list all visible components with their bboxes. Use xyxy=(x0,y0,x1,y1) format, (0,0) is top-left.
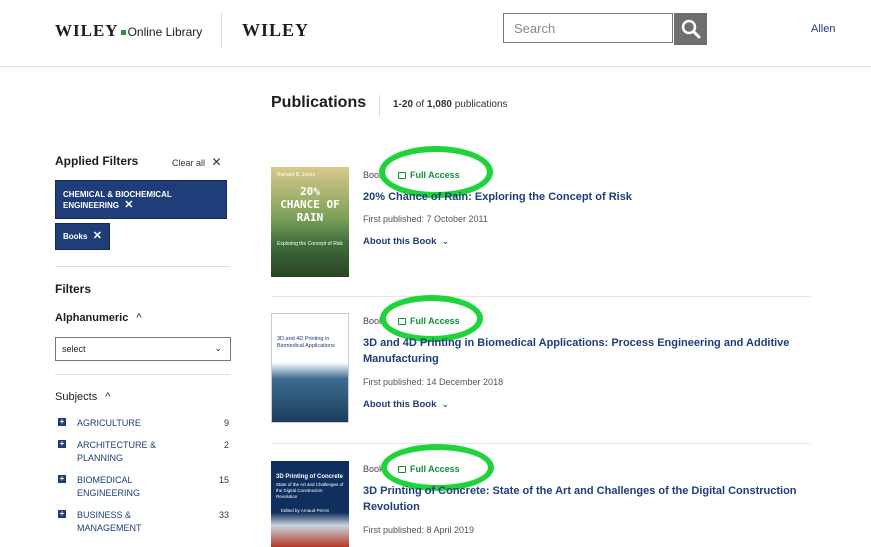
results-range: 1-20 xyxy=(393,99,414,110)
close-icon[interactable]: ✕ xyxy=(93,230,102,242)
alphanumeric-label: Alphanumeric xyxy=(55,312,129,324)
select-value: select xyxy=(62,344,86,354)
chevron-down-icon: ⌄ xyxy=(441,399,450,410)
chevron-up-icon: ^ xyxy=(136,312,142,324)
search-icon xyxy=(681,19,701,39)
wiley-logo[interactable]: WILEY xyxy=(242,20,309,41)
results-total: 1,080 xyxy=(426,99,452,110)
about-label: About this Book xyxy=(363,399,437,410)
publication-date: First published: 14 December 2018 xyxy=(363,377,504,387)
item-divider xyxy=(271,443,811,444)
results-unit: publications xyxy=(454,99,508,110)
close-icon: ✕ xyxy=(211,155,222,169)
cover-author: Richard B. Jones xyxy=(277,172,316,178)
clear-all-label: Clear all xyxy=(172,158,206,168)
logo-subtext: Online Library xyxy=(127,25,203,39)
item-divider xyxy=(271,296,811,297)
cover-title: 3D and 4D Printing in Biomedical Applica… xyxy=(277,336,335,349)
cover-subtitle: State of the Art and Challenges of the D… xyxy=(276,482,344,499)
subjects-label: Subjects xyxy=(55,391,98,403)
book-cover[interactable]: 3D Printing of Concrete State of the Art… xyxy=(271,461,349,547)
chip-label: CHEMICAL & BIOCHEMICAL ENGINEERING xyxy=(63,190,172,210)
expand-plus-icon[interactable]: + xyxy=(58,440,66,448)
search-button[interactable] xyxy=(674,13,707,45)
expand-plus-icon[interactable]: + xyxy=(58,475,66,483)
chip-label: Books xyxy=(63,232,88,241)
page-title: Publications xyxy=(271,94,367,111)
publication-title-link[interactable]: 3D Printing of Concrete: State of the Ar… xyxy=(363,483,813,515)
cover-subtitle: Exploring the Concept of Risk xyxy=(277,241,343,247)
results-of: of xyxy=(415,99,425,110)
wiley-online-library-logo[interactable]: WILEY Online Library xyxy=(55,21,202,41)
cover-title: 20% CHANCE OF RAIN xyxy=(280,185,340,224)
about-book-toggle[interactable]: About this Book ⌄ xyxy=(363,236,449,247)
results-count: 1-20 of 1,080 publications xyxy=(393,99,508,110)
logo-text: WILEY xyxy=(55,21,119,40)
subject-count: 2 xyxy=(223,440,229,450)
subjects-toggle[interactable]: Subjects ^ xyxy=(55,391,110,403)
publication-title-link[interactable]: 20% Chance of Rain: Exploring the Concep… xyxy=(363,189,813,205)
publication-date: First published: 8 April 2019 xyxy=(363,525,475,535)
applied-filter-chip[interactable]: Books ✕ xyxy=(55,223,110,250)
cover-author: Edited by Arnaud Perrot xyxy=(281,508,329,513)
subject-count: 9 xyxy=(223,418,229,428)
expand-plus-icon[interactable]: + xyxy=(58,510,66,518)
chevron-up-icon: ^ xyxy=(105,391,111,403)
alphanumeric-select[interactable]: select ⌄ xyxy=(55,337,231,361)
header-divider xyxy=(221,12,222,48)
clear-all-button[interactable]: Clear all ✕ xyxy=(172,155,222,169)
close-icon[interactable]: ✕ xyxy=(124,199,133,211)
subject-label: AGRICULTURE xyxy=(77,418,141,428)
title-divider xyxy=(379,95,380,117)
subject-label: BUSINESS & MANAGEMENT xyxy=(77,510,142,533)
applied-filters-heading: Applied Filters xyxy=(55,154,139,168)
about-label: About this Book xyxy=(363,236,437,247)
logo-dot xyxy=(120,30,126,35)
chevron-down-icon: ⌄ xyxy=(214,343,222,353)
user-menu[interactable]: Allen xyxy=(811,23,835,35)
applied-filter-chip[interactable]: CHEMICAL & BIOCHEMICAL ENGINEERING ✕ xyxy=(55,180,227,219)
alphanumeric-toggle[interactable]: Alphanumeric ^ xyxy=(55,312,142,324)
subject-label: ARCHITECTURE & PLANNING xyxy=(77,440,157,463)
filters-heading: Filters xyxy=(55,282,92,296)
sidebar-divider xyxy=(55,266,230,267)
subject-count: 33 xyxy=(218,510,229,520)
search-input[interactable]: Search xyxy=(503,13,673,43)
site-header: WILEY Online Library WILEY Search Allen xyxy=(0,0,871,67)
cover-title: 3D Printing of Concrete xyxy=(276,474,344,480)
book-cover[interactable]: 3D and 4D Printing in Biomedical Applica… xyxy=(271,313,349,423)
about-book-toggle[interactable]: About this Book ⌄ xyxy=(363,399,449,410)
sidebar-divider xyxy=(55,374,230,375)
subject-label: BIOMEDICAL ENGINEERING xyxy=(77,475,141,498)
chevron-down-icon: ⌄ xyxy=(441,236,450,247)
publication-date: First published: 7 October 2011 xyxy=(363,214,488,224)
publication-title-link[interactable]: 3D and 4D Printing in Biomedical Applica… xyxy=(363,335,813,367)
subject-count: 15 xyxy=(218,475,229,485)
expand-plus-icon[interactable]: + xyxy=(58,418,66,426)
book-cover[interactable]: Richard B. Jones 20% CHANCE OF RAIN Expl… xyxy=(271,167,349,277)
